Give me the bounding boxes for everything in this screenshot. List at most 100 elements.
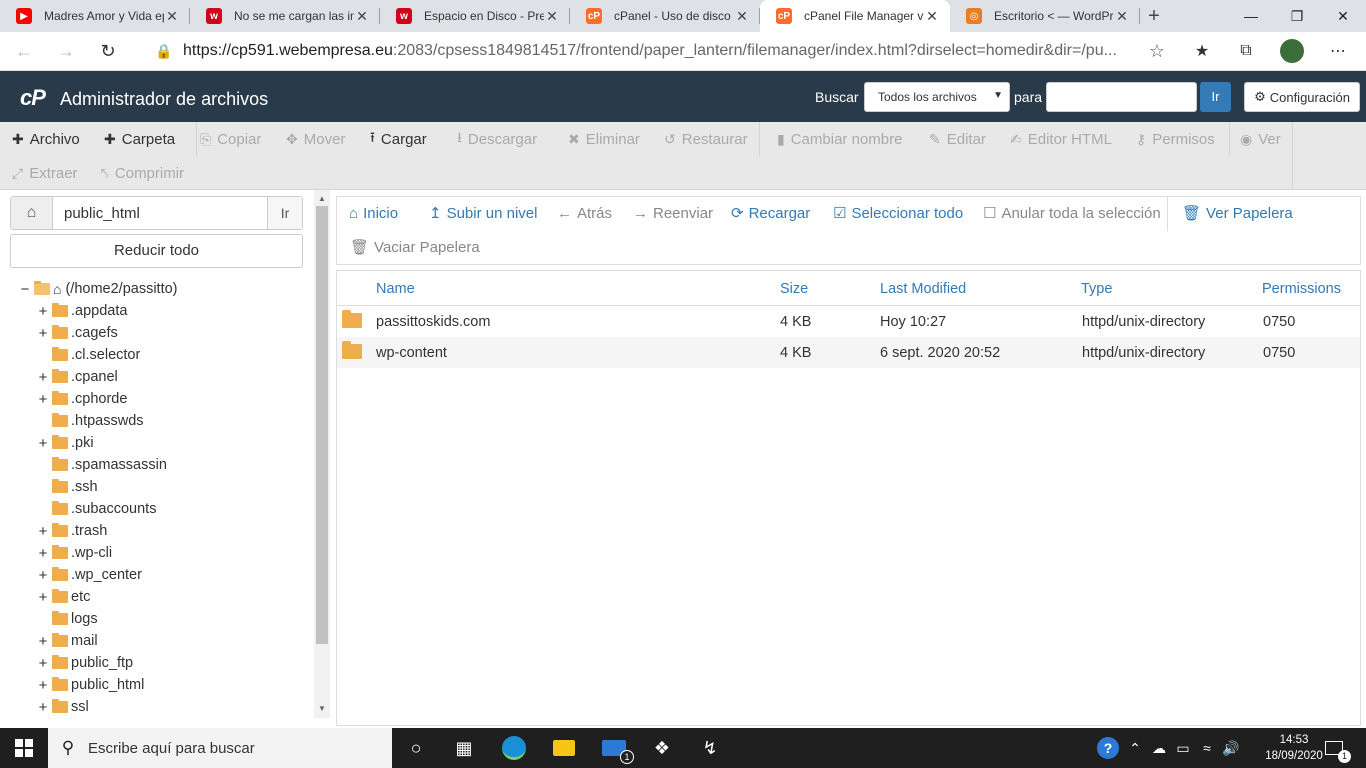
tree-item[interactable]: + ssl — [36, 696, 308, 718]
mover-button[interactable]: ✥ Mover — [286, 122, 345, 156]
expand-toggle-icon[interactable]: + — [36, 589, 50, 606]
collapse-toggle-icon[interactable]: − — [18, 281, 32, 298]
minimize-icon[interactable]: — — [1228, 0, 1274, 32]
scrollbar-thumb[interactable] — [316, 206, 328, 644]
bookmark-star-icon[interactable]: ☆ — [1149, 41, 1165, 62]
editor-html-button[interactable]: ✍ Editor HTML — [1010, 122, 1112, 156]
help-icon[interactable]: ? — [1094, 728, 1122, 768]
expand-toggle-icon[interactable]: + — [36, 545, 50, 562]
browser-tab[interactable]: cP cPanel File Manager v3 ✕ — [760, 0, 950, 32]
tree-item[interactable]: + .pki — [36, 432, 308, 454]
scroll-down-icon[interactable]: ▼ — [314, 702, 330, 716]
ver-button[interactable]: ◉ Ver — [1240, 122, 1281, 156]
close-tab-icon[interactable]: ✕ — [164, 8, 180, 25]
reload-icon[interactable]: ↻ — [90, 36, 126, 66]
favorites-icon[interactable]: ★ — [1184, 36, 1220, 66]
tree-item[interactable]: + .wp-cli — [36, 542, 308, 564]
new-tab-button[interactable]: + — [1140, 0, 1168, 32]
notifications-icon[interactable]: 1 — [1322, 728, 1351, 768]
home-button[interactable]: ⌂ Inicio — [349, 197, 398, 229]
select-all-button[interactable]: ☑ Seleccionar todo — [833, 197, 963, 229]
extraer-button[interactable]: ⤢ Extraer — [12, 156, 78, 190]
taskbar-search[interactable]: ⚲ Escribe aquí para buscar — [48, 728, 392, 768]
app-icon[interactable]: ↯ — [686, 728, 734, 768]
close-tab-icon[interactable]: ✕ — [734, 8, 750, 25]
tree-item[interactable]: .subaccounts — [36, 498, 308, 520]
expand-toggle-icon[interactable]: + — [36, 677, 50, 694]
restore-window-icon[interactable]: ❐ — [1274, 0, 1320, 32]
browser-tab[interactable]: cP cPanel - Uso de disco ✕ — [570, 0, 760, 32]
expand-toggle-icon[interactable]: + — [36, 655, 50, 672]
path-go-button[interactable]: Ir — [267, 197, 302, 229]
close-tab-icon[interactable]: ✕ — [924, 8, 940, 25]
scroll-up-icon[interactable]: ▲ — [314, 192, 330, 206]
cambiar-nombre-button[interactable]: ▮ Cambiar nombre — [777, 122, 902, 156]
back-button[interactable]: ← Atrás — [557, 197, 612, 229]
edge-browser-icon[interactable] — [490, 728, 538, 768]
close-tab-icon[interactable]: ✕ — [354, 8, 370, 25]
tree-item[interactable]: + .wp_center — [36, 564, 308, 586]
copiar-button[interactable]: ⎘ Copiar — [200, 122, 261, 156]
view-trash-button[interactable]: 🗑 Ver Papelera — [1182, 197, 1293, 229]
close-tab-icon[interactable]: ✕ — [1114, 8, 1130, 25]
table-row[interactable]: passittoskids.com 4 KB Hoy 10:27 httpd/unix… — [337, 306, 1360, 337]
expand-toggle-icon[interactable]: + — [36, 435, 50, 452]
unselect-all-button[interactable]: ☐ Anular toda la selección — [983, 197, 1161, 229]
task-view-icon[interactable]: ▦ — [440, 728, 488, 768]
empty-trash-button[interactable]: 🗑 Vaciar Papelera — [350, 231, 480, 263]
tree-item[interactable]: + .appdata — [36, 300, 308, 322]
back-icon[interactable]: ← — [6, 36, 42, 66]
browser-tab[interactable]: w Espacio en Disco - Preg ✕ — [380, 0, 570, 32]
comprimir-button[interactable]: ⤣ Comprimir — [101, 156, 184, 190]
start-button[interactable] — [0, 728, 48, 768]
tree-root[interactable]: − ⌂ (/home2/passitto) — [18, 278, 308, 300]
expand-toggle-icon[interactable]: + — [36, 391, 50, 408]
url-field[interactable]: 🔒 https://cp591.webempresa.eu:2083/cpses… — [145, 36, 1175, 66]
close-window-icon[interactable]: ✕ — [1320, 0, 1366, 32]
tree-item[interactable]: + .cpanel — [36, 366, 308, 388]
expand-toggle-icon[interactable]: + — [36, 633, 50, 650]
editar-button[interactable]: ✎ Editar — [929, 122, 986, 156]
reload-button[interactable]: ⟳ Recargar — [731, 197, 810, 229]
cortana-icon[interactable]: ○ — [392, 728, 440, 768]
battery-icon[interactable]: ▭ — [1172, 728, 1194, 768]
search-input[interactable] — [1046, 82, 1197, 112]
archivo-button[interactable]: ✚ Archivo — [12, 122, 80, 156]
profile-avatar[interactable] — [1274, 36, 1310, 66]
column-header-size[interactable]: Size — [780, 281, 808, 297]
tree-item[interactable]: + .cagefs — [36, 322, 308, 344]
tree-item[interactable]: .ssh — [36, 476, 308, 498]
cloud-icon[interactable]: ☁ — [1148, 728, 1170, 768]
forward-icon[interactable]: → — [48, 36, 84, 66]
dropbox-icon[interactable]: ❖ — [638, 728, 686, 768]
tree-item[interactable]: + .cphorde — [36, 388, 308, 410]
expand-toggle-icon[interactable]: + — [36, 699, 50, 716]
clock[interactable]: 14:53 18/09/2020 — [1262, 732, 1326, 764]
column-header-name[interactable]: Name — [376, 281, 415, 297]
path-input[interactable]: public_html — [53, 197, 267, 229]
tree-item[interactable]: + public_ftp — [36, 652, 308, 674]
up-one-level-button[interactable]: ↥ Subir un nivel — [429, 197, 537, 229]
cargar-button[interactable]: ⭱ Cargar — [370, 122, 427, 156]
browser-tab[interactable]: w No se me cargan las im ✕ — [190, 0, 380, 32]
tree-item[interactable]: .htpasswds — [36, 410, 308, 432]
tree-item[interactable]: + .trash — [36, 520, 308, 542]
file-explorer-icon[interactable] — [540, 728, 588, 768]
tree-item[interactable]: logs — [36, 608, 308, 630]
close-tab-icon[interactable]: ✕ — [544, 8, 560, 25]
permisos-button[interactable]: ⚷ Permisos — [1136, 122, 1215, 156]
more-menu-icon[interactable]: ⋯ — [1320, 36, 1356, 66]
volume-icon[interactable]: 🔊 — [1220, 728, 1242, 768]
column-header-modified[interactable]: Last Modified — [880, 281, 966, 297]
descargar-button[interactable]: ⭳ Descargar — [457, 122, 537, 156]
expand-toggle-icon[interactable]: + — [36, 369, 50, 386]
mail-icon[interactable]: 1 — [590, 728, 638, 768]
chevron-up-icon[interactable]: ⌃ — [1124, 728, 1146, 768]
tree-item[interactable]: .spamassassin — [36, 454, 308, 476]
collapse-all-button[interactable]: Reducir todo — [10, 234, 303, 268]
expand-toggle-icon[interactable]: + — [36, 303, 50, 320]
tree-item[interactable]: .cl.selector — [36, 344, 308, 366]
wifi-icon[interactable]: ≈ — [1196, 728, 1218, 768]
search-scope-select[interactable]: Todos los archivos ▼ — [864, 82, 1010, 112]
browser-tab[interactable]: ◎ Escritorio < — WordPre ✕ — [950, 0, 1140, 32]
